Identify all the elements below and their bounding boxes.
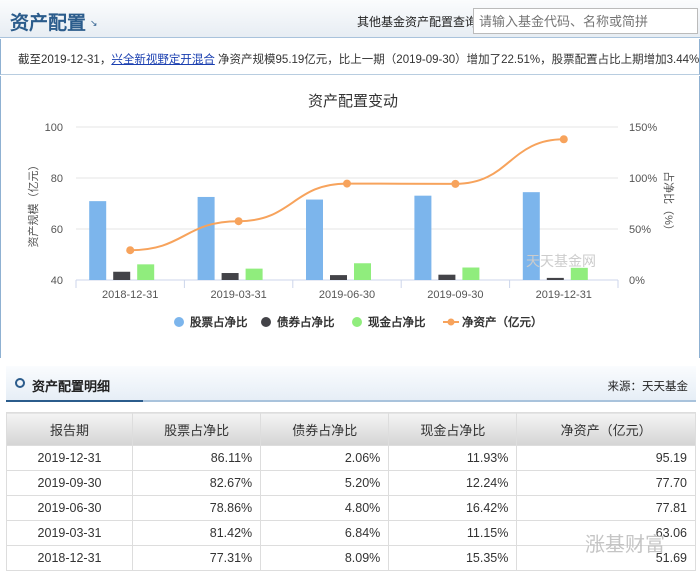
y2-tick-label: 100% (629, 173, 657, 185)
bar-stock (197, 196, 215, 280)
table-row: 2019-06-30 78.86% 4.80% 16.42% 77.81 (5, 495, 696, 521)
table-cell: 12.24% (388, 470, 518, 496)
table-cell: 77.81 (516, 495, 696, 521)
legend-marker (174, 317, 184, 327)
y-tick-label: 40 (51, 275, 63, 287)
table-cell: 77.70 (516, 470, 696, 496)
y2-tick-label: 0% (629, 275, 645, 287)
column-header: 报告期 (5, 412, 134, 446)
bar-stock (89, 201, 107, 280)
table-cell: 81.42% (132, 520, 262, 546)
line-point (559, 135, 568, 144)
detail-title: 资产配置明细 (32, 379, 111, 394)
table-cell: 4.80% (260, 495, 390, 521)
asset-allocation-chart: 资产配置变动 100 150% 80 100% 60 50% 40 0% 资产规模（亿元） 占净比（… (0, 76, 700, 358)
legend-item: 现金占净比 (368, 315, 426, 329)
bar-bond (546, 277, 564, 280)
x-tick-label: 2019-12-31 (536, 289, 592, 301)
bar-cash (137, 264, 155, 280)
x-tick-label: 2019-09-30 (427, 289, 483, 301)
bar-bond (438, 274, 456, 280)
y-axis-title: 资产规模（亿元） (26, 160, 40, 248)
bar-bond (221, 273, 239, 280)
expand-arrow-icon[interactable]: ↘ (90, 18, 98, 29)
query-label: 其他基金资产配置查询: (357, 15, 481, 29)
bar-cash (354, 263, 371, 280)
line-point (451, 179, 460, 188)
legend-item: 净资产（亿元） (462, 315, 543, 329)
x-tick-label: 2019-06-30 (319, 289, 375, 301)
legend-marker (261, 317, 271, 327)
section-underline (6, 400, 143, 402)
column-header: 净资产（亿元） (516, 412, 696, 446)
fund-name-link[interactable]: 兴全新视野定开混合 (111, 54, 215, 66)
circle-icon (15, 378, 25, 388)
legend-marker (447, 318, 455, 326)
x-tick-label: 2019-03-31 (210, 289, 266, 301)
bar-bond (113, 271, 131, 280)
y2-axis-title: 占净比（%） (662, 171, 676, 236)
line-point (126, 246, 135, 255)
table-cell: 2019-12-31 (5, 445, 134, 471)
table-cell: 2018-12-31 (5, 545, 134, 571)
wechat-watermark: 涨基财富 (585, 534, 665, 556)
table-cell: 95.19 (516, 445, 696, 471)
chart-svg: 资产配置变动 100 150% 80 100% 60 50% 40 0% 资产规模（亿元） 占净比（… (26, 93, 676, 329)
y-tick-label: 60 (51, 224, 63, 236)
y-tick-label: 100 (45, 122, 63, 134)
column-header: 债券占净比 (260, 412, 390, 446)
table-cell: 15.35% (388, 545, 518, 571)
bar-cash (570, 267, 588, 280)
page-header: 资产配置 ↘ 其他基金资产配置查询: (0, 0, 700, 38)
page-title: 资产配置 (10, 13, 87, 34)
summary-prefix: 截至2019-12-31， (18, 54, 112, 66)
line-point (234, 217, 243, 226)
table-cell: 6.84% (260, 520, 390, 546)
table-cell: 2019-06-30 (5, 495, 134, 521)
bar-bond (330, 275, 347, 280)
table-cell: 86.11% (132, 445, 262, 471)
legend-marker (352, 317, 362, 327)
summary-line: 截至2019-12-31，兴全新视野定开混合 净资产规模95.19亿元，比上一期… (0, 39, 700, 75)
bar-stock (306, 199, 323, 280)
legend-item: 债券占净比 (277, 315, 335, 329)
chart-title: 资产配置变动 (308, 93, 398, 110)
legend-item: 股票占净比 (190, 315, 248, 329)
line-point (343, 179, 351, 188)
summary-text: 净资产规模95.19亿元，比上一期（2019-09-30）增加了22.51%，股… (214, 54, 700, 66)
table-cell: 11.93% (388, 445, 518, 471)
table-cell: 78.86% (132, 495, 262, 521)
table-cell: 2.06% (260, 445, 390, 471)
table-row: 2019-09-30 82.67% 5.20% 12.24% 77.70 (5, 470, 696, 496)
table-cell: 16.42% (388, 495, 518, 521)
chart-watermark: 天天基金网 (526, 253, 596, 269)
table-cell: 2019-03-31 (5, 520, 134, 546)
table-cell: 82.67% (132, 470, 262, 496)
table-cell: 2019-09-30 (5, 470, 134, 496)
column-header: 股票占净比 (132, 412, 262, 446)
source-label: 来源：天天基金 (607, 381, 689, 393)
line-net-assets (130, 138, 564, 252)
table-row: 2019-12-31 86.11% 2.06% 11.93% 95.19 (5, 445, 696, 471)
bar-cash (245, 268, 263, 280)
y-tick-label: 80 (51, 173, 63, 185)
column-header: 现金占净比 (388, 412, 518, 446)
y2-tick-label: 50% (629, 224, 651, 236)
detail-section-header: 资产配置明细 来源：天天基金 (6, 366, 696, 402)
bar-stock (414, 195, 432, 280)
table-cell: 77.31% (132, 545, 262, 571)
table-cell: 5.20% (260, 470, 390, 496)
bar-cash (462, 267, 480, 280)
fund-search-input[interactable] (473, 8, 698, 34)
table-cell: 11.15% (388, 520, 518, 546)
table-cell: 8.09% (260, 545, 390, 571)
y2-tick-label: 150% (629, 122, 657, 134)
x-tick-label: 2018-12-31 (102, 289, 158, 301)
